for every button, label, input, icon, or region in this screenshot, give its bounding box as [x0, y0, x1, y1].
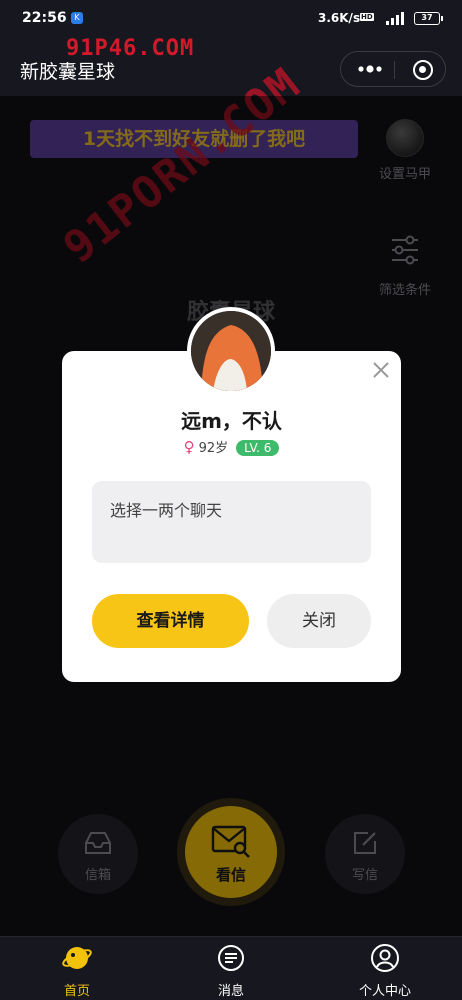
close-button[interactable]: 关闭	[267, 594, 371, 648]
capsule-divider	[394, 61, 395, 79]
app-notification-icon: K	[71, 12, 83, 24]
sender-name: 远m，不认	[181, 409, 282, 433]
close-miniprogram-icon[interactable]	[413, 60, 433, 80]
sender-age: 92岁	[198, 441, 229, 456]
more-icon[interactable]	[357, 62, 383, 76]
tab-messages-label: 消息	[217, 984, 244, 999]
tab-messages[interactable]: 消息	[181, 943, 281, 999]
sender-avatar	[187, 307, 275, 395]
letter-modal: 远m，不认 ♀ 92岁 LV. 6 选择一两个聊天 查看详情 关闭	[62, 307, 401, 682]
watermark-top: 91P46.COM	[66, 36, 195, 61]
message-icon	[218, 945, 244, 971]
sender-meta: ♀ 92岁 LV. 6	[62, 437, 401, 456]
user-icon	[371, 944, 399, 972]
tab-home[interactable]: 首页	[27, 943, 127, 999]
battery-icon: 37	[414, 12, 443, 25]
status-time: 22:56	[22, 10, 67, 26]
tab-profile[interactable]: 个人中心	[335, 943, 435, 999]
female-icon: ♀	[183, 438, 195, 456]
tab-bar: 首页 消息 个人中心	[0, 936, 462, 1000]
close-icon[interactable]	[371, 360, 391, 380]
hd-badge: HD	[360, 13, 374, 21]
status-bar: 22:56 K 3.6K/s HD 37	[0, 0, 462, 40]
mini-program-capsule	[340, 51, 446, 87]
view-details-button[interactable]: 查看详情	[92, 594, 249, 648]
signal-icon	[386, 12, 404, 25]
network-speed: 3.6K/s	[318, 11, 361, 25]
page-title: 新胶囊星球	[20, 61, 116, 83]
planet-icon	[62, 947, 92, 969]
avatar-photo	[191, 311, 271, 391]
letter-content: 选择一两个聊天	[92, 481, 371, 563]
level-badge: LV. 6	[236, 440, 280, 456]
tab-profile-label: 个人中心	[358, 984, 411, 999]
tab-home-label: 首页	[63, 984, 90, 999]
